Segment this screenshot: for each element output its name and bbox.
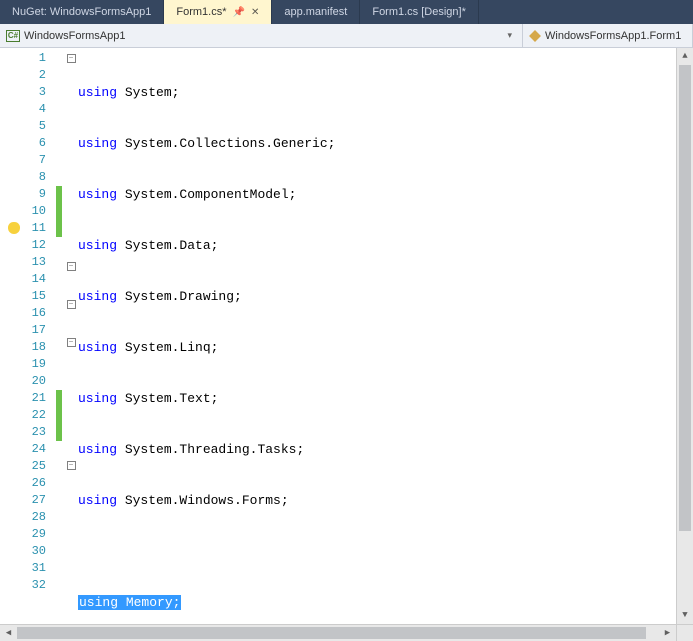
change-marker (56, 390, 62, 407)
change-marker (56, 407, 62, 424)
nav-member-label: WindowsFormsApp1.Form1 (545, 30, 681, 42)
vertical-scroll-thumb[interactable] (679, 65, 691, 531)
fold-toggle[interactable]: − (67, 262, 76, 271)
scroll-right-button[interactable]: ▶ (659, 625, 676, 641)
scroll-up-button[interactable]: ▲ (677, 48, 693, 65)
fold-toggle[interactable]: − (67, 300, 76, 309)
lightbulb-icon[interactable] (8, 222, 20, 234)
close-icon[interactable]: ✕ (251, 7, 259, 18)
tab-form1-cs[interactable]: Form1.cs* 📌 ✕ (164, 0, 272, 24)
change-marker (56, 186, 62, 203)
horizontal-scroll-thumb[interactable] (17, 627, 646, 639)
outlining-margin[interactable]: − − − − − (64, 48, 78, 641)
code-editor[interactable]: 1234567891011121314151617181920212223242… (0, 48, 693, 641)
nav-scope-dropdown[interactable]: C# WindowsFormsApp1 ▾ (0, 24, 523, 47)
fold-toggle[interactable]: − (67, 461, 76, 470)
horizontal-scrollbar[interactable]: ◀ ▶ (0, 624, 676, 641)
pin-icon[interactable]: 📌 (233, 7, 245, 18)
chevron-down-icon: ▾ (503, 30, 516, 41)
code-text[interactable]: using System; using System.Collections.G… (78, 48, 693, 641)
scroll-left-button[interactable]: ◀ (0, 625, 17, 641)
tab-app-manifest[interactable]: app.manifest (272, 0, 360, 24)
change-marker (56, 424, 62, 441)
line-number-gutter: 1234567891011121314151617181920212223242… (0, 48, 64, 641)
document-tab-strip: NuGet: WindowsFormsApp1 Form1.cs* 📌 ✕ ap… (0, 0, 693, 24)
code-navigation-bar: C# WindowsFormsApp1 ▾ WindowsFormsApp1.F… (0, 24, 693, 48)
tab-nuget[interactable]: NuGet: WindowsFormsApp1 (0, 0, 164, 24)
scrollbar-corner (676, 624, 693, 641)
csharp-file-icon: C# (6, 30, 20, 42)
vertical-scrollbar[interactable]: ▲ ▼ (676, 48, 693, 624)
tab-form1-design[interactable]: Form1.cs [Design]* (360, 0, 479, 24)
nav-member-dropdown[interactable]: WindowsFormsApp1.Form1 (523, 24, 693, 47)
change-marker (56, 220, 62, 237)
class-icon (529, 30, 541, 42)
fold-toggle[interactable]: − (67, 54, 76, 63)
scroll-down-button[interactable]: ▼ (677, 607, 693, 624)
nav-scope-label: WindowsFormsApp1 (24, 30, 125, 42)
change-marker (56, 203, 62, 220)
fold-toggle[interactable]: − (67, 338, 76, 347)
selected-text: using Memory; (78, 595, 181, 610)
